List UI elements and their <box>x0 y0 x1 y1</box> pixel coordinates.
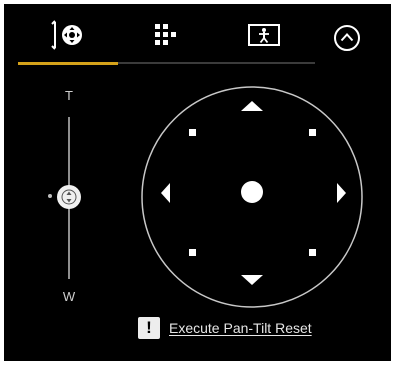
zoom-wide-label: W <box>62 289 76 304</box>
pan-left-arrow[interactable] <box>161 183 170 203</box>
person-frame-icon <box>248 24 280 46</box>
down-left-button[interactable] <box>189 249 196 256</box>
pan-tilt-reset-button[interactable]: ! Execute Pan-Tilt Reset <box>138 316 312 340</box>
tab-preset[interactable] <box>138 18 194 52</box>
down-right-button[interactable] <box>309 249 316 256</box>
updown-arrows-icon <box>61 189 77 205</box>
warning-icon: ! <box>138 317 160 339</box>
pan-right-arrow[interactable] <box>337 183 346 203</box>
tab-active-indicator <box>18 62 118 65</box>
zoom-slider-handle[interactable] <box>57 185 81 209</box>
camera-control-panel: T W ! Execute Pan-Tilt Reset <box>4 4 391 361</box>
tilt-up-arrow[interactable] <box>241 101 263 111</box>
up-right-button[interactable] <box>309 129 316 136</box>
home-button[interactable] <box>241 181 263 203</box>
zoom-tele-label: T <box>65 88 73 103</box>
grid-icon <box>155 24 176 45</box>
pan-tilt-reset-label[interactable]: Execute Pan-Tilt Reset <box>169 320 312 336</box>
chevron-up-icon <box>334 25 360 51</box>
up-left-button[interactable] <box>189 129 196 136</box>
direction-pad-icon[interactable] <box>137 82 367 312</box>
tab-pan-tilt[interactable] <box>42 18 98 52</box>
pan-tilt-icon <box>51 20 82 50</box>
tilt-down-arrow[interactable] <box>241 275 263 285</box>
collapse-button[interactable] <box>333 24 361 52</box>
tab-tracking[interactable] <box>236 18 292 52</box>
zoom-center-mark <box>48 194 52 198</box>
